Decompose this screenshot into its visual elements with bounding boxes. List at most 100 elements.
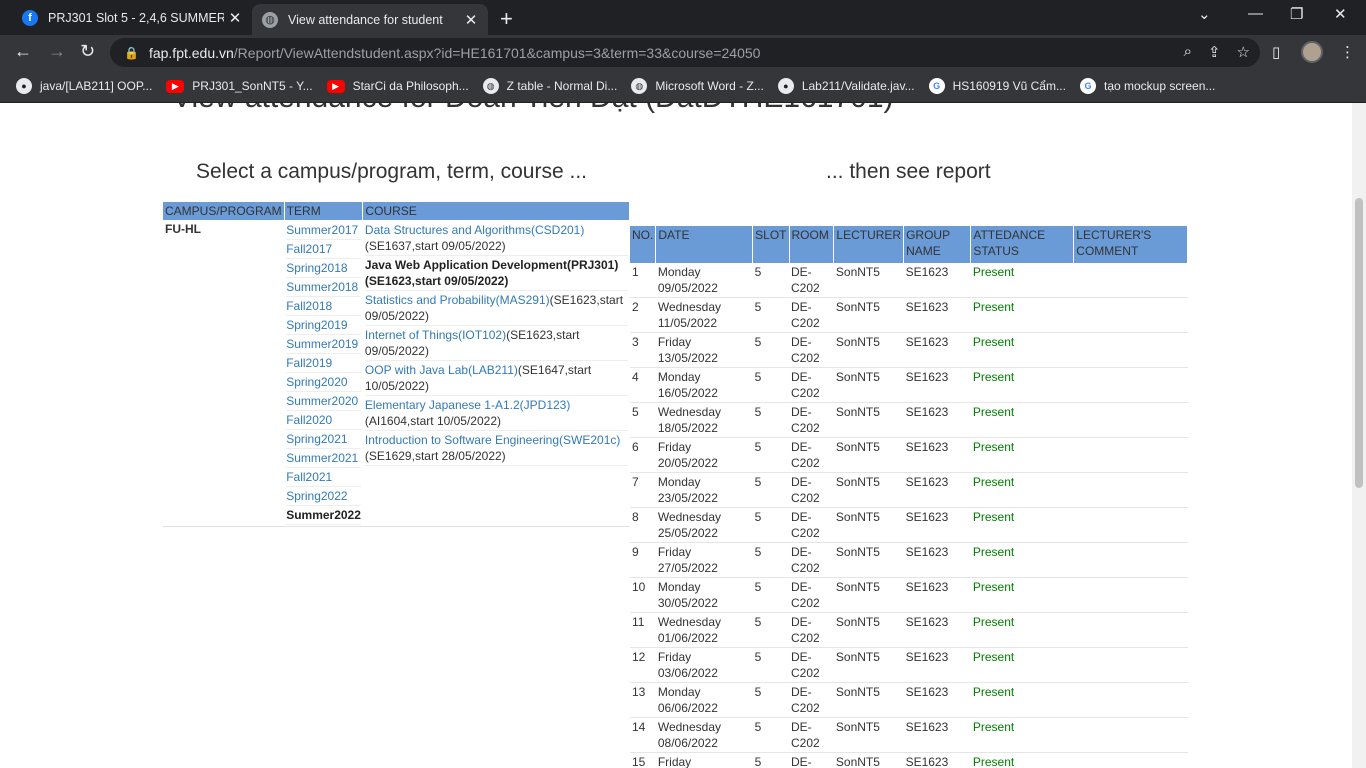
- browser-tab-1[interactable]: f PRJ301 Slot 5 - 2,4,6 SUMMER 20 ✕: [8, 0, 252, 35]
- term-spring2018[interactable]: Spring2018: [286, 259, 361, 278]
- share-icon[interactable]: ⇪: [1208, 43, 1221, 61]
- term-fall2018[interactable]: Fall2018: [286, 297, 361, 316]
- term-summer2018[interactable]: Summer2018: [286, 278, 361, 297]
- browser-tab-2[interactable]: ◍ View attendance for student ✕: [252, 4, 488, 35]
- term-summer2020[interactable]: Summer2020: [286, 392, 361, 411]
- cell-date: Wednesday 11/05/2022: [655, 297, 753, 333]
- cell-lecturer: SonNT5: [833, 472, 904, 508]
- address-bar[interactable]: 🔒 fap.fpt.edu.vn/Report/ViewAttendstuden…: [110, 38, 1260, 67]
- tab-close-icon[interactable]: ✕: [224, 9, 246, 27]
- cell-room: DE-C202: [789, 297, 834, 333]
- cell-slot: 5: [752, 752, 789, 768]
- cell-slot: 5: [752, 367, 789, 403]
- bookmark-7[interactable]: G HS160919 Vũ Cẩm...: [928, 78, 1066, 94]
- bookmark-6[interactable]: ● Lab211/Validate.jav...: [777, 78, 915, 94]
- term-summer2021[interactable]: Summer2021: [286, 449, 361, 468]
- minimize-button[interactable]: —: [1248, 5, 1263, 22]
- menu-kebab-icon[interactable]: ⋮: [1340, 43, 1355, 61]
- tab-close-icon[interactable]: ✕: [460, 11, 482, 29]
- globe-icon: ◍: [631, 78, 648, 94]
- side-panel-icon[interactable]: ▯: [1272, 43, 1280, 61]
- bookmark-3[interactable]: ▶ StarCi da Philosoph...: [326, 79, 469, 93]
- term-fall2019[interactable]: Fall2019: [286, 354, 361, 373]
- bookmark-2[interactable]: ▶ PRJ301_SonNT5 - Y...: [166, 79, 313, 93]
- term-summer2017[interactable]: Summer2017: [286, 221, 361, 240]
- term-fall2017[interactable]: Fall2017: [286, 240, 361, 259]
- cell-group: SE1623: [903, 682, 971, 718]
- bookmark-1[interactable]: ● java/[LAB211] OOP...: [16, 78, 152, 94]
- term-fall2020[interactable]: Fall2020: [286, 411, 361, 430]
- lock-icon[interactable]: 🔒: [124, 46, 139, 60]
- term-spring2021[interactable]: Spring2021: [286, 430, 361, 449]
- cell-date: Friday 10/06/2022: [655, 752, 753, 768]
- table-row: 14 Wednesday 08/06/2022 5 DE-C202 SonNT5 SE16…: [630, 717, 1188, 753]
- course-link[interactable]: Statistics and Probability(MAS291): [365, 293, 550, 307]
- back-button[interactable]: ←: [14, 41, 32, 62]
- tab-search-icon[interactable]: ⌄: [1198, 5, 1211, 23]
- table-row: 5 Wednesday 18/05/2022 5 DE-C202 SonNT5 SE162…: [630, 402, 1188, 438]
- course-link[interactable]: Elementary Japanese 1-A1.2(JPD123): [365, 398, 570, 412]
- bookmark-star-icon[interactable]: ☆: [1237, 43, 1250, 61]
- cell-slot: 5: [752, 472, 789, 508]
- profile-avatar[interactable]: [1301, 41, 1323, 63]
- term-spring2022[interactable]: Spring2022: [286, 487, 361, 506]
- term-summer2019[interactable]: Summer2019: [286, 335, 361, 354]
- cell-comment: [1073, 752, 1188, 768]
- page-scrollbar[interactable]: [1352, 103, 1366, 768]
- cell-room: DE-C202: [789, 612, 834, 648]
- course-item: Java Web Application Development(PRJ301)…: [364, 256, 628, 291]
- cell-no: 15: [630, 752, 656, 768]
- cell-no: 3: [630, 332, 656, 368]
- youtube-icon: ▶: [326, 79, 345, 93]
- cell-room: DE-C202: [789, 437, 834, 473]
- course-detail: (SE1637,start 09/05/2022): [364, 239, 506, 253]
- cell-room: DE-C202: [789, 332, 834, 368]
- cell-date: Wednesday 18/05/2022: [655, 402, 753, 438]
- page-title: View attendance for Đoàn Tiến Đạt (DatDT…: [172, 103, 894, 115]
- course-link[interactable]: OOP with Java Lab(LAB211): [365, 363, 518, 377]
- cell-comment: [1073, 717, 1188, 753]
- course-link[interactable]: Internet of Things(IOT102): [365, 328, 506, 342]
- table-row: 3 Friday 13/05/2022 5 DE-C202 SonNT5 SE1623 Pr…: [630, 332, 1188, 368]
- cell-no: 13: [630, 682, 656, 718]
- term-summer2022: Summer2022: [286, 506, 361, 525]
- bookmark-label: HS160919 Vũ Cẩm...: [952, 79, 1066, 93]
- term-spring2019[interactable]: Spring2019: [286, 316, 361, 335]
- table-row: 11 Wednesday 01/06/2022 5 DE-C202 SonNT5 SE16…: [630, 612, 1188, 648]
- term-spring2020[interactable]: Spring2020: [286, 373, 361, 392]
- page-content: View attendance for Đoàn Tiến Đạt (DatDT…: [0, 103, 1352, 768]
- report-header-3: SLOT: [752, 226, 790, 263]
- table-row: 4 Monday 16/05/2022 5 DE-C202 SonNT5 SE1623 Pr…: [630, 367, 1188, 403]
- cell-comment: [1073, 507, 1188, 543]
- cell-room: DE-C202: [789, 577, 834, 613]
- course-link[interactable]: Introduction to Software Engineering(SWE…: [365, 433, 620, 447]
- cell-slot: 5: [752, 402, 789, 438]
- cell-status: Present: [970, 263, 1074, 298]
- cell-comment: [1073, 297, 1188, 333]
- forward-button[interactable]: →: [48, 41, 66, 62]
- close-window-button[interactable]: ✕: [1334, 5, 1347, 23]
- zoom-search-icon[interactable]: ⌕: [1184, 43, 1192, 61]
- campus-value[interactable]: FU-HL: [163, 220, 285, 527]
- cell-lecturer: SonNT5: [833, 402, 904, 438]
- cell-lecturer: SonNT5: [833, 507, 904, 543]
- cell-no: 9: [630, 542, 656, 578]
- restore-button[interactable]: ❐: [1290, 5, 1303, 23]
- report-header-4: ROOM: [789, 226, 835, 263]
- table-row: 9 Friday 27/05/2022 5 DE-C202 SonNT5 SE1623 Pr…: [630, 542, 1188, 578]
- cell-group: SE1623: [903, 542, 971, 578]
- cell-comment: [1073, 647, 1188, 683]
- reload-button[interactable]: ↻: [80, 41, 95, 62]
- table-row: 1 Monday 09/05/2022 5 DE-C202 SonNT5 SE1623 Pr…: [630, 263, 1188, 298]
- cell-status: Present: [970, 612, 1074, 648]
- youtube-icon: ▶: [166, 79, 185, 93]
- bookmark-4[interactable]: ◍ Z table - Normal Di...: [482, 78, 617, 94]
- course-header: COURSE: [362, 202, 630, 220]
- bookmark-5[interactable]: ◍ Microsoft Word - Z...: [631, 78, 764, 94]
- course-link[interactable]: Data Structures and Algorithms(CSD201): [365, 223, 584, 237]
- bookmark-8[interactable]: Gtạo mockup screen...: [1079, 78, 1215, 94]
- new-tab-button[interactable]: +: [500, 6, 513, 32]
- scrollbar-thumb[interactable]: [1355, 198, 1363, 488]
- term-fall2021[interactable]: Fall2021: [286, 468, 361, 487]
- cell-room: DE-C202: [789, 752, 834, 768]
